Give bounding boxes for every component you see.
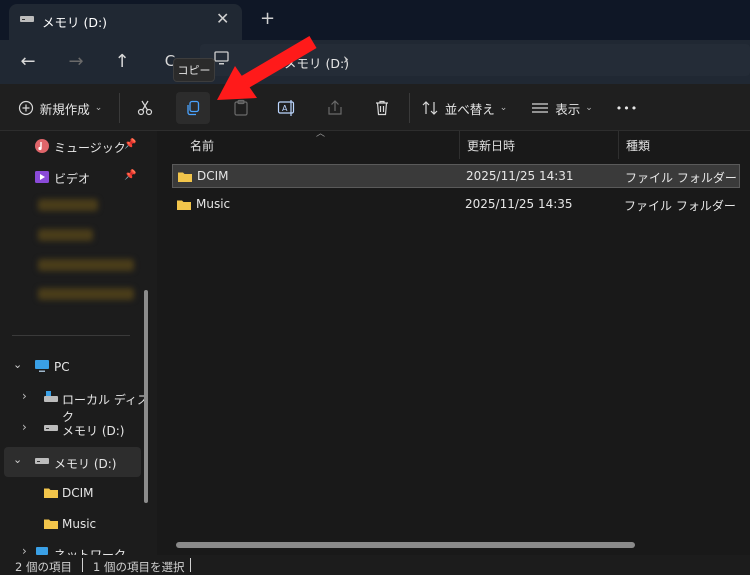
sidebar-item-pc[interactable]: ⌄ PC <box>0 352 150 382</box>
drive-icon <box>20 16 34 22</box>
column-divider[interactable] <box>618 131 619 159</box>
sidebar-item-label: メモリ (D:) <box>54 457 117 471</box>
sidebar-item-label: DCIM <box>62 486 94 500</box>
new-button[interactable]: 新規作成 ⌄ <box>14 92 106 124</box>
toolbar-divider <box>409 93 410 123</box>
sort-label: 並べ替え <box>444 101 495 117</box>
chevron-down-icon: ⌄ <box>585 103 593 113</box>
chevron-right-icon[interactable]: › <box>22 389 27 403</box>
column-header-name[interactable]: 名前 <box>190 137 214 154</box>
chevron-right-icon[interactable]: › <box>22 544 27 555</box>
delete-button[interactable] <box>367 92 397 124</box>
view-label: 表示 <box>555 101 581 117</box>
pin-icon: 📌 <box>124 139 137 150</box>
network-icon <box>36 547 48 555</box>
drive-icon <box>44 425 58 431</box>
sort-button[interactable]: 並べ替え ⌄ <box>420 92 508 124</box>
toolbar-divider <box>119 93 120 123</box>
file-row-music[interactable]: Music 2025/11/25 14:35 ファイル フォルダー <box>172 193 740 217</box>
sidebar-item-memory-d-1[interactable]: › メモリ (D:) <box>0 414 150 444</box>
file-name: Music <box>196 197 231 211</box>
sidebar-item-label: ミュージック <box>54 141 126 155</box>
folder-icon <box>44 488 58 498</box>
folder-icon <box>178 172 192 182</box>
file-name: DCIM <box>197 169 229 183</box>
horizontal-scrollbar[interactable] <box>176 542 635 548</box>
column-header-date[interactable]: 更新日時 <box>467 137 515 154</box>
sidebar-item-local-disk[interactable]: › ローカル ディスク <box>0 383 150 424</box>
folder-icon <box>44 519 58 529</box>
file-type: ファイル フォルダー <box>625 171 737 185</box>
drive-icon <box>35 458 49 464</box>
forward-icon[interactable]: → <box>63 48 89 74</box>
file-date: 2025/11/25 14:31 <box>466 169 574 183</box>
chevron-right-icon[interactable]: › <box>22 420 27 434</box>
breadcrumb-chevron-icon[interactable]: › <box>343 50 349 68</box>
chevron-down-icon: ⌄ <box>499 103 508 113</box>
chevron-down-icon[interactable]: ⌄ <box>13 358 22 371</box>
sidebar-item-label: メモリ (D:) <box>62 424 125 438</box>
red-arrow-annotation <box>217 35 317 100</box>
close-tab-icon[interactable]: ✕ <box>216 9 229 28</box>
plus-circle-icon <box>18 100 33 116</box>
scissors-icon <box>137 100 153 116</box>
tab-title: メモリ (D:) <box>42 15 108 30</box>
share-icon <box>328 100 342 115</box>
view-button[interactable]: 表示 ⌄ <box>528 92 596 124</box>
file-date: 2025/11/25 14:35 <box>465 197 573 211</box>
back-icon[interactable]: ← <box>15 48 41 74</box>
selection-count: 1 個の項目を選択 <box>93 560 185 574</box>
new-button-label: 新規作成 <box>39 101 90 117</box>
sidebar-item-label: PC <box>54 360 70 374</box>
sidebar-item-music-folder[interactable]: Music <box>0 509 150 539</box>
file-type: ファイル フォルダー <box>624 199 736 213</box>
up-icon[interactable]: ↑ <box>109 48 135 74</box>
column-divider[interactable] <box>459 131 460 159</box>
pc-icon <box>35 360 49 372</box>
sidebar-item-memory-d-2[interactable]: ⌄ メモリ (D:) <box>0 447 150 477</box>
cut-button[interactable] <box>130 92 160 124</box>
video-icon <box>35 171 49 183</box>
sidebar-item-music[interactable]: ミュージック 📌 <box>0 131 150 161</box>
item-count: 2 個の項目 <box>15 560 72 574</box>
new-tab-button[interactable]: + <box>260 8 275 29</box>
sidebar-item-network[interactable]: › ネットワーク <box>0 540 150 555</box>
sidebar-divider <box>12 335 130 336</box>
sidebar-item-label: Music <box>62 517 97 531</box>
file-row-dcim[interactable]: DCIM 2025/11/25 14:31 ファイル フォルダー <box>172 164 740 188</box>
sidebar-scrollbar[interactable] <box>144 290 148 503</box>
chevron-down-icon: ⌄ <box>94 103 103 113</box>
local-disk-icon <box>44 391 58 402</box>
list-view-icon <box>532 103 549 113</box>
column-header-type[interactable]: 種類 <box>626 137 650 154</box>
pin-icon: 📌 <box>124 170 137 181</box>
status-divider <box>190 558 191 572</box>
chevron-down-icon[interactable]: ⌄ <box>13 453 22 466</box>
sidebar-item-dcim[interactable]: DCIM <box>0 478 150 508</box>
status-divider <box>82 558 83 572</box>
music-icon <box>35 139 49 153</box>
blurred-sidebar-items <box>36 193 136 303</box>
sidebar-item-label: ネットワーク <box>54 548 127 555</box>
sort-caret-icon: ︿ <box>316 129 326 139</box>
sort-icon <box>422 101 438 115</box>
sidebar-item-label: ビデオ <box>54 172 91 186</box>
folder-icon <box>177 200 191 210</box>
trash-icon <box>376 100 388 116</box>
sidebar-item-videos[interactable]: ビデオ 📌 <box>0 162 150 192</box>
more-options-button[interactable]: ••• <box>612 92 642 124</box>
